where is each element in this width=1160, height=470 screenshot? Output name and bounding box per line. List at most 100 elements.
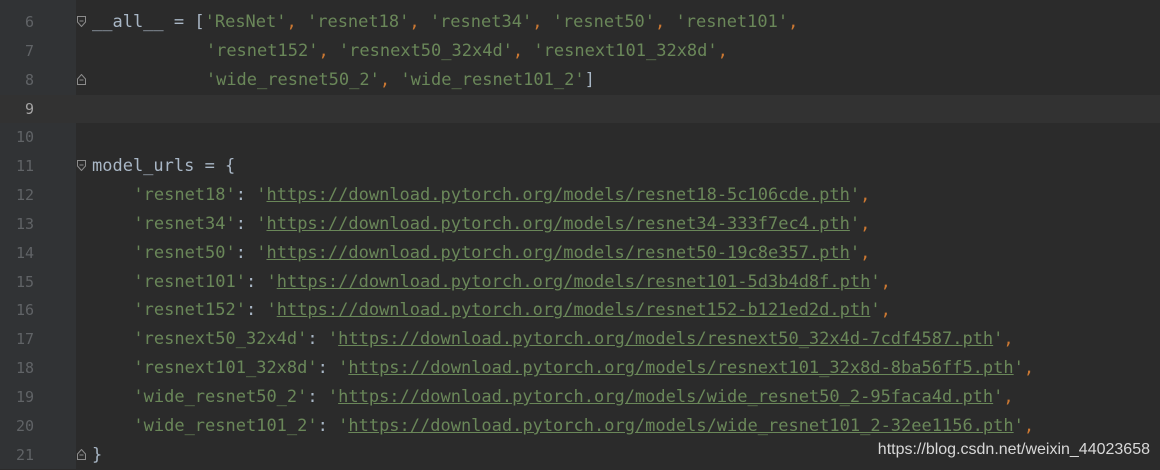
code-text[interactable]: 'wide_resnet50_2': 'https://download.pyt… (92, 383, 1014, 412)
code-token: , (860, 185, 871, 206)
code-token: , (318, 40, 339, 61)
url-link[interactable]: https://download.pytorch.org/models/resn… (338, 329, 993, 349)
line-number: 14 (15, 243, 34, 262)
line-number: 10 (15, 128, 34, 147)
fold-close-icon[interactable] (77, 73, 86, 85)
code-text[interactable]: } (92, 441, 102, 470)
url-link[interactable]: https://download.pytorch.org/models/resn… (277, 272, 871, 292)
string-token: ' (1013, 415, 1024, 436)
code-text[interactable]: 'resnext101_32x8d': 'https://download.py… (92, 354, 1034, 383)
code-token: } (92, 444, 103, 465)
code-line[interactable]: 6 __all__ = ['ResNet', 'resnet18', 'resne… (0, 8, 1160, 37)
url-link[interactable]: https://download.pytorch.org/models/resn… (277, 300, 871, 320)
line-number: 19 (15, 387, 34, 406)
code-token: , (1003, 386, 1014, 407)
string-token: ' (849, 242, 861, 263)
code-token: : (235, 185, 257, 206)
code-token: , (1003, 329, 1014, 350)
string-token: ' (993, 386, 1004, 407)
string-token: ' (1013, 358, 1024, 379)
code-token: ] (584, 69, 595, 90)
code-line[interactable]: 11 model_urls = { (0, 152, 1160, 181)
url-link[interactable]: https://download.pytorch.org/models/wide… (348, 416, 1013, 436)
code-line[interactable]: 9 (0, 94, 1160, 124)
code-line[interactable]: 14 'resnet50': 'https://download.pytorch.… (0, 239, 1160, 268)
string-token: 'resnet34' (429, 12, 533, 32)
fold-open-icon[interactable] (77, 160, 86, 172)
url-link[interactable]: https://download.pytorch.org/models/resn… (266, 243, 849, 263)
code-token: : (235, 242, 257, 263)
code-token: , (788, 12, 799, 32)
code-text[interactable]: model_urls = { (92, 152, 235, 181)
string-token: 'wide_resnet50_2' (205, 69, 380, 90)
code-token: , (655, 12, 676, 32)
url-link[interactable]: https://download.pytorch.org/models/resn… (266, 214, 849, 234)
code-line[interactable]: 8 'wide_resnet50_2', 'wide_resnet101_2'] (0, 66, 1160, 95)
string-token: ' (327, 329, 339, 350)
line-number: 21 (15, 445, 34, 464)
code-line[interactable]: 12 'resnet18': 'https://download.pytorch.… (0, 181, 1160, 210)
string-token: 'resnext101_32x8d' (533, 40, 718, 61)
code-token: : (245, 300, 267, 321)
code-token: , (1023, 358, 1035, 379)
code-line[interactable]: 16 'resnet152': 'https://download.pytorch… (0, 296, 1160, 325)
line-number: 16 (15, 301, 34, 320)
string-token: 'resnext50_32x4d' (133, 329, 308, 350)
string-token: ' (849, 185, 861, 206)
code-text[interactable]: 'resnet34': 'https://download.pytorch.or… (92, 210, 870, 239)
code-text[interactable]: 'wide_resnet101_2': 'https://download.py… (92, 412, 1034, 441)
code-token: , (532, 12, 553, 32)
code-line[interactable]: 20 'wide_resnet101_2': 'https://download.… (0, 412, 1160, 441)
line-number: 18 (15, 359, 34, 378)
string-token: 'wide_resnet101_2' (133, 415, 318, 436)
string-token: 'resnet152' (205, 40, 319, 61)
code-line[interactable]: 10 (0, 123, 1160, 152)
code-line[interactable]: 7 'resnet152', 'resnext50_32x4d', 'resnex… (0, 37, 1160, 66)
code-token: , (717, 40, 728, 61)
code-text[interactable]: 'resnet152': 'https://download.pytorch.o… (92, 296, 891, 325)
line-number: 11 (15, 157, 34, 176)
url-link[interactable]: https://download.pytorch.org/models/resn… (266, 185, 849, 205)
code-text[interactable]: __all__ = ['ResNet', 'resnet18', 'resnet… (92, 8, 798, 37)
code-line[interactable]: 13 'resnet34': 'https://download.pytorch.… (0, 210, 1160, 239)
code-editor[interactable]: 6 __all__ = ['ResNet', 'resnet18', 'resne… (0, 8, 1160, 470)
code-text[interactable]: 'resnext50_32x4d': 'https://download.pyt… (92, 325, 1014, 354)
url-link[interactable]: https://download.pytorch.org/models/resn… (348, 358, 1013, 378)
string-token: 'wide_resnet101_2' (400, 69, 585, 90)
code-token: : (307, 386, 328, 407)
string-token: ' (993, 329, 1004, 350)
string-token: 'ResNet' (204, 12, 287, 32)
string-token: ' (849, 213, 861, 234)
string-token: ' (256, 185, 267, 206)
code-line[interactable]: 18 'resnext101_32x8d': 'https://download.… (0, 354, 1160, 383)
code-token: , (880, 300, 891, 321)
string-token: 'resnet50' (133, 242, 236, 263)
string-token: 'wide_resnet50_2' (133, 386, 308, 407)
line-number: 20 (15, 416, 34, 435)
string-token: 'resnet50' (552, 12, 656, 32)
code-token: , (860, 242, 871, 263)
code-text[interactable]: 'resnet18': 'https://download.pytorch.or… (92, 181, 870, 210)
line-number: 6 (24, 13, 34, 31)
string-token: 'resnet101' (675, 12, 789, 32)
code-text[interactable]: 'wide_resnet50_2', 'wide_resnet101_2'] (92, 66, 595, 95)
string-token: ' (870, 271, 881, 292)
code-token: , (379, 69, 401, 90)
code-token: : (317, 415, 339, 436)
fold-open-icon[interactable] (77, 16, 86, 27)
line-number: 8 (24, 70, 34, 89)
string-token: ' (327, 386, 339, 407)
code-line[interactable]: 17 'resnext50_32x4d': 'https://download.p… (0, 325, 1160, 354)
string-token: ' (266, 300, 277, 321)
url-link[interactable]: https://download.pytorch.org/models/wide… (338, 387, 993, 407)
code-text[interactable]: 'resnet101': 'https://download.pytorch.o… (92, 268, 891, 297)
code-text[interactable]: 'resnet152', 'resnext50_32x4d', 'resnext… (92, 37, 728, 66)
code-line[interactable]: 19 'wide_resnet50_2': 'https://download.p… (0, 383, 1160, 412)
code-text[interactable]: 'resnet50': 'https://download.pytorch.or… (92, 239, 870, 268)
fold-close-icon[interactable] (77, 448, 86, 460)
string-token: ' (338, 358, 349, 379)
string-token: 'resnext101_32x8d' (133, 358, 318, 379)
code-token: : (317, 358, 339, 379)
code-token: , (880, 271, 891, 292)
code-line[interactable]: 15 'resnet101': 'https://download.pytorch… (0, 268, 1160, 297)
